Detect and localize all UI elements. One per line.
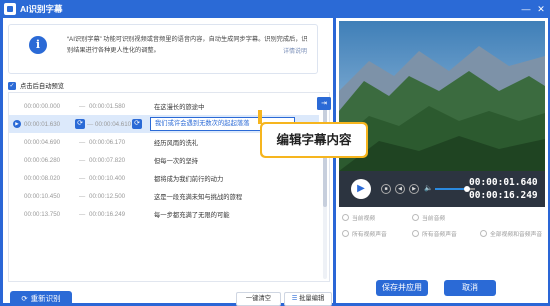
radio-icon[interactable] bbox=[342, 214, 349, 221]
option-label: 当前视频 bbox=[352, 216, 376, 222]
callout-text: 编辑字幕内容 bbox=[262, 124, 366, 156]
reidentify-button[interactable]: ⟳ 重新识别 bbox=[10, 291, 72, 306]
time-separator: — bbox=[79, 138, 86, 146]
time-separator: — bbox=[87, 120, 94, 128]
app-icon bbox=[4, 3, 16, 15]
subtitle-text[interactable]: 经历风雨的洗礼 bbox=[154, 138, 198, 147]
sync-end-icon[interactable]: ⟳ bbox=[132, 119, 142, 129]
radio-icon[interactable] bbox=[342, 230, 349, 237]
start-time[interactable]: 00:00:06.280 bbox=[24, 157, 60, 164]
callout-box: 编辑字幕内容 bbox=[260, 122, 368, 158]
end-time[interactable]: 00:00:10.400 bbox=[89, 175, 125, 182]
end-time[interactable]: 00:00:12.500 bbox=[89, 193, 125, 200]
info-box: i “AI识别字幕” 功能可识别视频或音频里的语音内容，自动生成同步字幕。识别完… bbox=[8, 24, 318, 74]
reidentify-label: 重新识别 bbox=[30, 294, 61, 303]
subtitle-text[interactable]: 但每一次的坚持 bbox=[154, 156, 198, 165]
subtitle-row[interactable]: 00:00:00.000 — 00:00:01.580 在这漫长的旅途中 bbox=[9, 97, 319, 115]
start-time[interactable]: 00:00:01.630 bbox=[24, 121, 60, 128]
subtitle-row[interactable]: 00:00:10.450 — 00:00:12.500 这是一段充满未知与挑战的… bbox=[9, 187, 319, 205]
info-text: “AI识别字幕” 功能可识别视频或音频里的语音内容，自动生成同步字幕。识别完成后… bbox=[67, 36, 308, 54]
minimize-button[interactable]: — bbox=[520, 3, 532, 15]
info-icon: i bbox=[29, 36, 47, 54]
clear-all-button[interactable]: 一键清空 bbox=[236, 292, 281, 306]
option-label: 当前音频 bbox=[422, 216, 446, 222]
stop-icon[interactable]: ■ bbox=[381, 184, 391, 194]
time-separator: — bbox=[79, 102, 86, 110]
video-preview bbox=[339, 21, 545, 171]
autoplay-checkbox[interactable]: ✓ bbox=[8, 81, 16, 90]
subtitle-panel: i “AI识别字幕” 功能可识别视频或音频里的语音内容，自动生成同步字幕。识别完… bbox=[3, 18, 333, 306]
cancel-button[interactable]: 取消 bbox=[444, 280, 496, 296]
radio-icon[interactable] bbox=[412, 214, 419, 221]
time-separator: — bbox=[79, 192, 86, 200]
list-footer: ⟳ 重新识别 一键清空 ☰ 批量编辑 bbox=[8, 288, 332, 306]
current-time: 00:00:01.640 bbox=[469, 177, 538, 188]
end-time[interactable]: 00:00:16.249 bbox=[89, 211, 125, 218]
details-link[interactable]: 详情说明 bbox=[283, 46, 307, 55]
radio-icon[interactable] bbox=[480, 230, 487, 237]
option-label: 所有视频声音 bbox=[352, 232, 387, 238]
save-apply-button[interactable]: 保存并应用 bbox=[376, 280, 428, 296]
subtitle-text[interactable]: 这是一段充满未知与挑战的旅程 bbox=[154, 192, 242, 201]
start-time[interactable]: 00:00:13.750 bbox=[24, 211, 60, 218]
option-all-video-audio[interactable]: 所有视频声音 bbox=[342, 229, 387, 238]
end-time[interactable]: 00:00:07.820 bbox=[89, 157, 125, 164]
start-time[interactable]: 00:00:08.020 bbox=[24, 175, 60, 182]
subtitle-text[interactable]: 在这漫长的旅途中 bbox=[154, 102, 204, 111]
option-current-video[interactable]: 当前视频 bbox=[342, 213, 375, 222]
autoplay-label: 点击后自动预览 bbox=[20, 83, 65, 90]
subtitle-list: 00:00:00.000 — 00:00:01.580 在这漫长的旅途中 ▶ 0… bbox=[8, 92, 330, 282]
volume-fill bbox=[435, 188, 467, 190]
radio-icon[interactable] bbox=[412, 230, 419, 237]
end-time[interactable]: 00:00:06.170 bbox=[89, 139, 125, 146]
start-time[interactable]: 00:00:04.690 bbox=[24, 139, 60, 146]
subtitle-text[interactable]: 每一步都充满了无限的可能 bbox=[154, 210, 230, 219]
subtitle-row[interactable]: 00:00:08.020 — 00:00:10.400 都将成为我们前行的动力 bbox=[9, 169, 319, 187]
player-controls: ▶ ■ ◀ ▶ 🔈 00:00:01.640 00:00:16.249 bbox=[339, 171, 545, 207]
batch-edit-button[interactable]: ☰ 批量编辑 bbox=[284, 292, 332, 306]
time-separator: — bbox=[79, 210, 86, 218]
list-icon: ☰ bbox=[291, 295, 298, 302]
sync-start-icon[interactable]: ⟳ bbox=[75, 119, 85, 129]
start-time[interactable]: 00:00:00.000 bbox=[24, 103, 60, 110]
landscape-image bbox=[339, 21, 545, 171]
subtitle-text[interactable]: 都将成为我们前行的动力 bbox=[154, 174, 223, 183]
next-icon[interactable]: ▶ bbox=[409, 184, 419, 194]
option-all-audio-audio[interactable]: 所有音频声音 bbox=[412, 229, 457, 238]
title-bar: AI识别字幕 — ✕ bbox=[0, 0, 550, 18]
total-time: 00:00:16.249 bbox=[469, 190, 538, 201]
time-separator: — bbox=[79, 174, 86, 182]
prev-icon[interactable]: ◀ bbox=[395, 184, 405, 194]
volume-icon[interactable]: 🔈 bbox=[424, 184, 433, 192]
start-time[interactable]: 00:00:10.450 bbox=[24, 193, 60, 200]
close-button[interactable]: ✕ bbox=[535, 3, 547, 15]
option-label: 所有音频声音 bbox=[422, 232, 457, 238]
end-time[interactable]: 00:00:04.610 bbox=[95, 121, 131, 128]
preview-panel: ▶ ■ ◀ ▶ 🔈 00:00:01.640 00:00:16.249 当前视频… bbox=[336, 18, 548, 303]
batch-edit-label: 批量编辑 bbox=[299, 295, 325, 302]
window-title: AI识别字幕 bbox=[20, 4, 63, 14]
end-time[interactable]: 00:00:01.580 bbox=[89, 103, 125, 110]
play-button[interactable]: ▶ bbox=[351, 179, 371, 199]
split-subtitle-icon[interactable]: ⇥ bbox=[317, 97, 331, 110]
option-all-video-and-audio[interactable]: 全部视频和音频声音 bbox=[480, 229, 542, 238]
time-separator: — bbox=[79, 156, 86, 164]
subtitle-row[interactable]: 00:00:13.750 — 00:00:16.249 每一步都充满了无限的可能 bbox=[9, 205, 319, 223]
refresh-icon: ⟳ bbox=[21, 294, 28, 303]
option-label: 全部视频和音频声音 bbox=[490, 232, 543, 238]
play-row-icon[interactable]: ▶ bbox=[13, 120, 21, 128]
option-current-audio[interactable]: 当前音频 bbox=[412, 213, 445, 222]
autoplay-option[interactable]: ✓ 点击后自动预览 bbox=[8, 81, 64, 90]
